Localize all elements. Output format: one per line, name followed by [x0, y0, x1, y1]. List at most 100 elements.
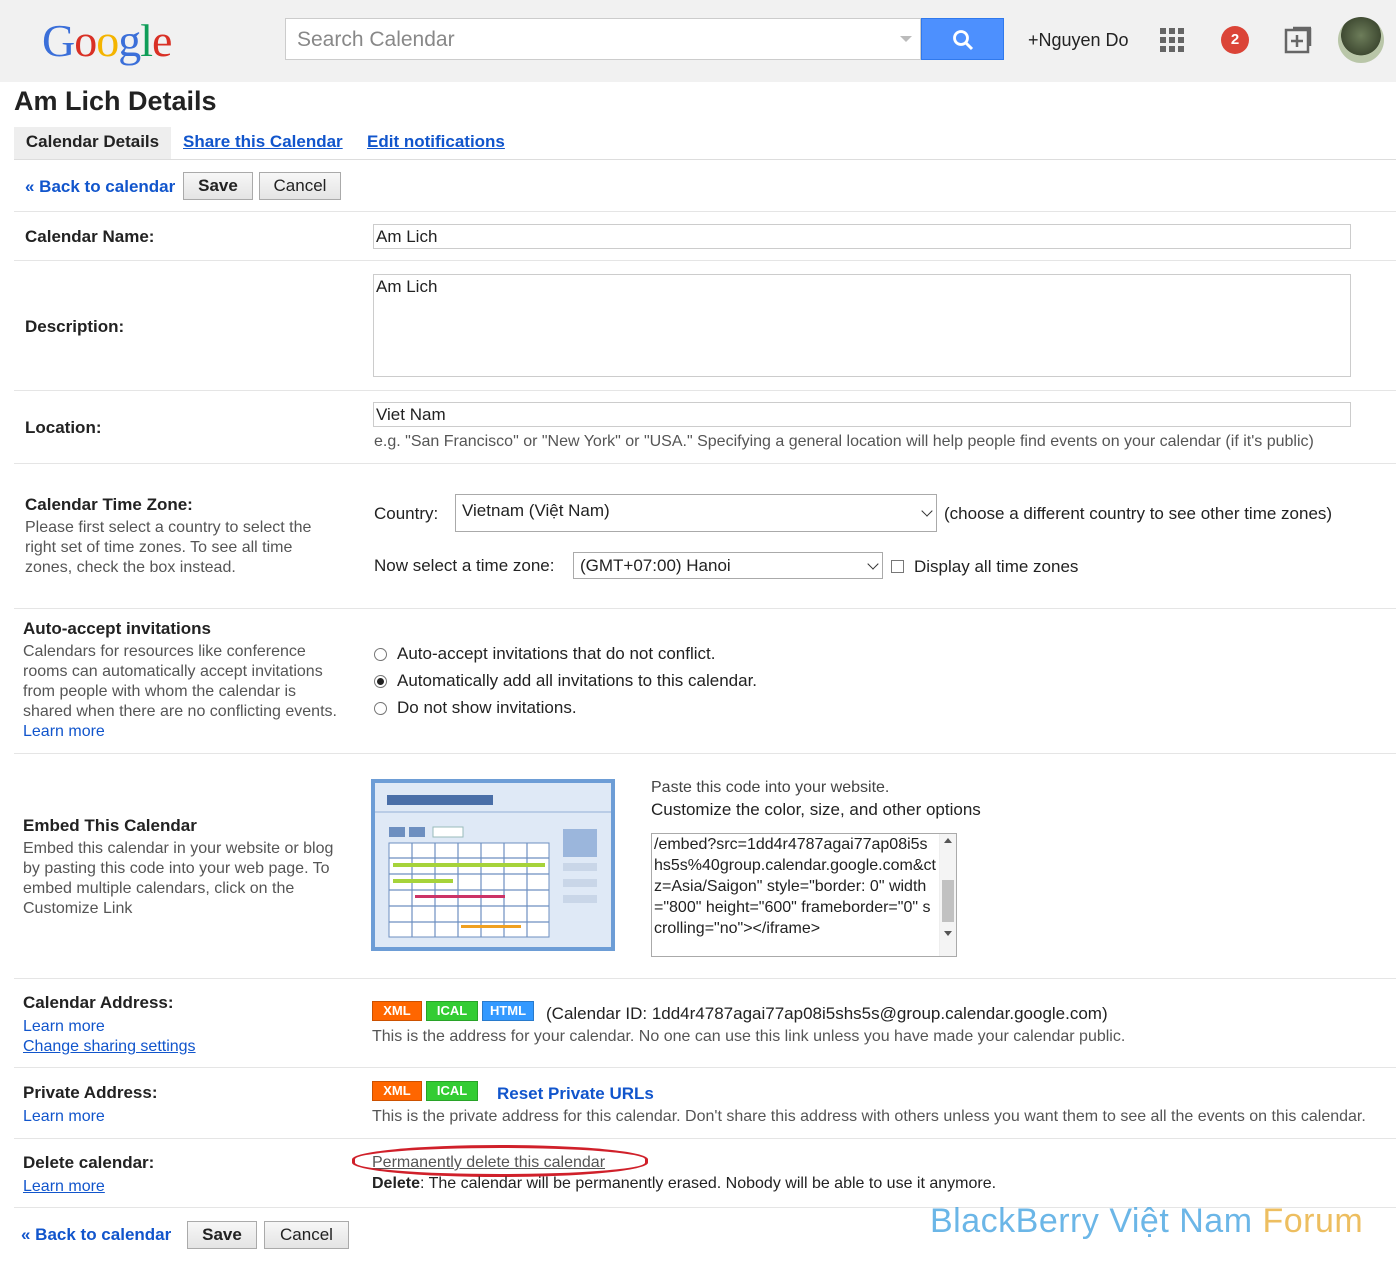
delete-strong: Delete	[372, 1175, 421, 1192]
tab-bar: Calendar Details Share this Calendar Edi…	[14, 127, 1396, 160]
embed-code-textarea[interactable]: /embed?src=1dd4r4787agai77ap08i5shs5s%40…	[651, 833, 957, 957]
scroll-down-icon[interactable]	[944, 931, 952, 936]
share-plus-icon[interactable]	[1284, 26, 1312, 54]
change-sharing-settings-link[interactable]: Change sharing settings	[23, 1037, 196, 1057]
auto-accept-help: Calendars for resources like conference …	[23, 643, 337, 720]
xml-badge[interactable]: XML	[372, 1001, 422, 1021]
highlight-circle	[352, 1145, 648, 1177]
search-icon	[953, 30, 974, 51]
country-hint: (choose a different country to see other…	[944, 504, 1333, 523]
embed-code-scrollbar[interactable]	[939, 834, 956, 956]
back-to-calendar-link-bottom[interactable]: « Back to calendar	[21, 1225, 171, 1245]
logo-letter: l	[140, 15, 153, 66]
customize-embed-link[interactable]: Customize the color, size, and other opt…	[651, 800, 981, 820]
auto-accept-label: Auto-accept invitations	[23, 619, 211, 638]
calendar-name-field[interactable]: Am Lich	[373, 224, 1351, 249]
html-badge[interactable]: HTML	[482, 1001, 534, 1021]
cancel-button[interactable]: Cancel	[259, 172, 341, 200]
scroll-up-icon[interactable]	[944, 838, 952, 843]
address-note: This is the address for your calendar. N…	[372, 1028, 1126, 1045]
save-button[interactable]: Save	[183, 172, 253, 200]
divider	[14, 608, 1396, 609]
divider	[14, 463, 1396, 464]
ical-badge[interactable]: ICAL	[426, 1001, 478, 1021]
tab-calendar-details[interactable]: Calendar Details	[14, 127, 171, 159]
auto-add-radio[interactable]	[374, 675, 387, 688]
cancel-button-bottom[interactable]: Cancel	[264, 1221, 349, 1249]
search-input[interactable]: Search Calendar	[285, 18, 921, 60]
divider	[14, 211, 1396, 212]
watermark-accent: Forum	[1262, 1202, 1364, 1240]
chevron-down-icon	[921, 505, 933, 517]
watermark-main: BlackBerry Việt Nam	[930, 1202, 1263, 1240]
private-xml-badge[interactable]: XML	[372, 1081, 422, 1101]
private-address-note: This is the private address for this cal…	[372, 1108, 1366, 1125]
embed-preview-image	[371, 779, 615, 951]
reset-private-urls-link[interactable]: Reset Private URLs	[497, 1084, 654, 1104]
logo-letter: o	[74, 15, 97, 66]
description-field[interactable]: Am Lich	[373, 274, 1351, 377]
notification-badge[interactable]: 2	[1221, 26, 1249, 54]
timezone-select[interactable]: (GMT+07:00) Hanoi	[573, 552, 883, 579]
country-value: Vietnam (Việt Nam)	[462, 501, 610, 520]
calendar-id: (Calendar ID: 1dd4r4787agai77ap08i5shs5s…	[546, 1004, 1108, 1023]
divider	[14, 978, 1396, 979]
search-dropdown-icon[interactable]	[900, 36, 912, 42]
page-title: Am Lich Details	[14, 86, 217, 116]
top-bar: Google Search Calendar +Nguyen Do 2	[0, 0, 1396, 82]
do-not-show-radio[interactable]	[374, 702, 387, 715]
description-label: Description:	[25, 317, 125, 336]
save-button-bottom[interactable]: Save	[187, 1221, 257, 1249]
calendar-address-label: Calendar Address:	[23, 993, 174, 1012]
divider	[14, 753, 1396, 754]
private-ical-badge[interactable]: ICAL	[426, 1081, 478, 1101]
country-label: Country:	[374, 504, 439, 523]
logo-letter: G	[42, 15, 75, 66]
embed-label: Embed This Calendar	[23, 816, 197, 835]
display-all-timezones-label: Display all time zones	[914, 557, 1079, 576]
google-logo[interactable]: Google	[42, 14, 172, 67]
user-name-link[interactable]: +Nguyen Do	[1028, 30, 1129, 51]
forum-watermark: BlackBerry Việt Nam Forum	[930, 1202, 1363, 1241]
country-select[interactable]: Vietnam (Việt Nam)	[455, 494, 937, 532]
apps-grid-icon[interactable]	[1160, 28, 1184, 52]
divider	[14, 260, 1396, 261]
divider	[14, 390, 1396, 391]
embed-code-text: /embed?src=1dd4r4787agai77ap08i5shs5s%40…	[654, 836, 936, 937]
search-button[interactable]	[921, 18, 1004, 60]
auto-add-option: Automatically add all invitations to thi…	[397, 671, 758, 690]
timezone-value: (GMT+07:00) Hanoi	[580, 556, 731, 575]
divider	[14, 1067, 1396, 1068]
embed-paste-text: Paste this code into your website.	[651, 779, 890, 796]
divider	[14, 1138, 1396, 1139]
logo-letter: g	[118, 15, 141, 66]
avatar[interactable]	[1338, 17, 1384, 63]
private-address-label: Private Address:	[23, 1083, 158, 1102]
delete-calendar-label: Delete calendar:	[23, 1153, 155, 1172]
chevron-down-icon	[867, 557, 879, 570]
calendar-name-label: Calendar Name:	[25, 227, 155, 246]
auto-accept-radio[interactable]	[374, 648, 387, 661]
location-hint: e.g. "San Francisco" or "New York" or "U…	[374, 433, 1314, 450]
delete-note-text: : The calendar will be permanently erase…	[420, 1175, 997, 1192]
scroll-thumb[interactable]	[942, 880, 954, 922]
auto-accept-learn-more-link[interactable]: Learn more	[23, 722, 105, 742]
timezone-help: Please first select a country to select …	[25, 519, 312, 576]
logo-letter: o	[96, 15, 119, 66]
display-all-timezones-checkbox[interactable]	[891, 560, 904, 573]
location-label: Location:	[25, 418, 102, 437]
timezone-label: Calendar Time Zone:	[25, 495, 193, 514]
back-to-calendar-link[interactable]: « Back to calendar	[25, 177, 175, 197]
location-field[interactable]: Viet Nam	[373, 402, 1351, 427]
delete-learn-more-link[interactable]: Learn more	[23, 1177, 105, 1197]
logo-letter: e	[152, 15, 172, 66]
address-learn-more-link[interactable]: Learn more	[23, 1017, 105, 1037]
tab-share-calendar[interactable]: Share this Calendar	[183, 132, 343, 152]
embed-help: Embed this calendar in your website or b…	[23, 840, 334, 917]
private-learn-more-link[interactable]: Learn more	[23, 1107, 105, 1127]
do-not-show-option: Do not show invitations.	[397, 698, 577, 717]
timezone-select-label: Now select a time zone:	[374, 556, 555, 575]
tab-edit-notifications[interactable]: Edit notifications	[367, 132, 505, 152]
delete-note: Delete: The calendar will be permanently…	[372, 1175, 996, 1193]
auto-accept-option: Auto-accept invitations that do not conf…	[397, 644, 716, 663]
